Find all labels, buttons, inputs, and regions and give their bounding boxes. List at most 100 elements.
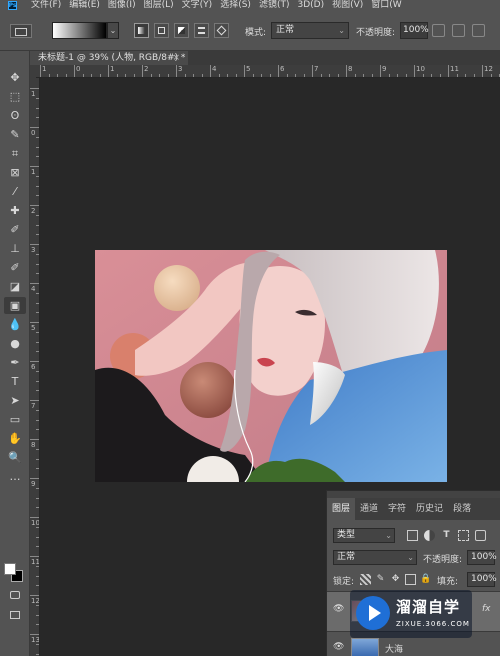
close-icon[interactable]: × [172,51,180,65]
pixel-filter-icon[interactable] [407,530,418,541]
ruler-tick [30,595,39,596]
ruler-label: 8 [348,65,353,73]
healing-icon[interactable]: ✚ [4,202,26,219]
watermark-url: ZIXUE.3066.COM [396,620,470,628]
layer-name: 大海 [385,645,404,655]
ruler-label: 2 [31,207,36,215]
lock-transparent-icon[interactable] [360,574,371,585]
tab-history[interactable]: 历史记 [411,498,448,520]
quick-mask-icon[interactable] [4,586,26,603]
document-canvas[interactable] [95,250,447,482]
shape-icon[interactable]: ▭ [4,411,26,428]
opacity-label: 不透明度: [356,28,396,38]
menu-bar: Ps 文件(F) 编辑(E) 图像(I) 图层(L) 文字(Y) 选择(S) 滤… [0,0,500,11]
ruler-tick [448,65,449,77]
blur-icon[interactable]: 💧 [4,316,26,333]
gradient-preview[interactable] [52,22,107,39]
menu-filter[interactable]: 滤镜(T) [259,0,290,11]
eyedropper-icon[interactable]: ⁄ [4,183,26,200]
horizontal-ruler: 1 0 1 2 3 4 5 6 7 8 9 10 11 12 [36,65,500,78]
reflected-gradient-button[interactable] [194,23,209,38]
blend-mode-value: 正常 [337,552,356,562]
tab-paragraph[interactable]: 段落 [448,498,476,520]
radial-gradient-button[interactable] [154,23,169,38]
panel-grip[interactable] [327,491,500,498]
more-icon[interactable]: … [4,468,26,485]
eraser-icon[interactable]: ◪ [4,278,26,295]
ruler-tick [210,65,211,77]
opacity-input[interactable]: 100% [400,22,429,39]
adjustment-filter-icon[interactable] [424,530,435,541]
menu-select[interactable]: 选择(S) [220,0,251,11]
mode-label: 模式: [245,28,267,38]
ruler-tick [30,166,39,167]
menu-edit[interactable]: 编辑(E) [69,0,100,11]
stamp-icon[interactable]: ⊥ [4,240,26,257]
hand-icon[interactable]: ✋ [4,430,26,447]
menu-window[interactable]: 窗口(W [371,0,401,11]
type-filter-icon[interactable]: T [441,530,452,541]
tab-layers[interactable]: 图层 [327,498,356,520]
menu-type[interactable]: 文字(Y) [182,0,213,11]
transparency-icon[interactable] [472,24,485,37]
document-tab[interactable]: 未标题-1 @ 39% (人物, RGB/8#) * × [30,51,188,65]
frame-icon[interactable]: ⊠ [4,164,26,181]
ruler-label: 7 [31,402,36,410]
lock-artboard-icon[interactable] [405,574,416,585]
gradient-dropdown-icon[interactable]: ⌄ [107,22,119,39]
move-icon[interactable]: ✥ [4,69,26,86]
dodge-icon[interactable]: ● [4,335,26,352]
menu-view[interactable]: 视图(V) [332,0,363,11]
menu-file[interactable]: 文件(F) [31,0,61,11]
tab-character[interactable]: 字符 [383,498,411,520]
screen-mode-icon[interactable] [4,606,26,623]
ruler-tick [244,65,245,77]
quick-select-icon[interactable]: ✎ [4,126,26,143]
tool-preset-picker[interactable] [10,24,32,38]
ruler-label: 8 [31,441,36,449]
tools-panel: ✥ ⬚ ʘ ✎ ⌗ ⊠ ⁄ ✚ ✐ ⊥ ✐ ◪ ▣ 💧 ● ✒ T ➤ ▭ ✋ 🔍 … [0,51,30,656]
path-select-icon[interactable]: ➤ [4,392,26,409]
lock-pixels-icon[interactable]: ✎ [375,574,386,585]
smart-object-filter-icon[interactable] [475,530,486,541]
layer-filter-select[interactable]: 类型 ⌄ [333,528,395,543]
blend-mode-select[interactable]: 正常 ⌄ [333,550,417,565]
menu-3d[interactable]: 3D(D) [297,0,324,11]
tab-channels[interactable]: 通道 [355,498,383,520]
diamond-gradient-button[interactable] [214,23,229,38]
marquee-icon[interactable]: ⬚ [4,88,26,105]
crop-icon[interactable]: ⌗ [4,145,26,162]
mode-select[interactable]: 正常 ⌄ [271,22,349,39]
ruler-label: 11 [31,558,40,566]
reverse-icon[interactable] [432,24,445,37]
ruler-label: 7 [314,65,319,73]
type-icon[interactable]: T [4,373,26,390]
menu-image[interactable]: 图像(I) [108,0,136,11]
lock-position-icon[interactable]: ✥ [390,574,401,585]
ruler-tick [30,205,39,206]
ruler-tick [30,361,39,362]
layer-opacity-input[interactable]: 100% [467,550,497,565]
mode-value: 正常 [276,25,295,35]
linear-gradient-button[interactable] [134,23,149,38]
history-brush-icon[interactable]: ✐ [4,259,26,276]
fx-icon[interactable]: fx [482,604,491,614]
eye-icon[interactable]: 👁 [333,604,344,614]
lasso-icon[interactable]: ʘ [4,107,26,124]
dither-icon[interactable] [452,24,465,37]
eye-icon[interactable]: 👁 [333,642,344,652]
shape-filter-icon[interactable] [458,530,469,541]
foreground-color-swatch[interactable] [4,563,16,575]
lock-all-icon[interactable]: 🔒 [420,574,431,585]
zoom-icon[interactable]: 🔍 [4,449,26,466]
fill-input[interactable]: 100% [467,572,497,587]
angle-gradient-button[interactable] [174,23,189,38]
pen-icon[interactable]: ✒ [4,354,26,371]
menu-layer[interactable]: 图层(L) [144,0,174,11]
brush-icon[interactable]: ✐ [4,221,26,238]
options-bar: ⌄ 模式: 正常 ⌄ 不透明度: 100% [0,11,500,51]
ruler-tick [30,634,39,635]
gradient-icon[interactable]: ▣ [4,297,26,314]
ruler-tick [380,65,381,77]
ruler-tick [30,400,39,401]
